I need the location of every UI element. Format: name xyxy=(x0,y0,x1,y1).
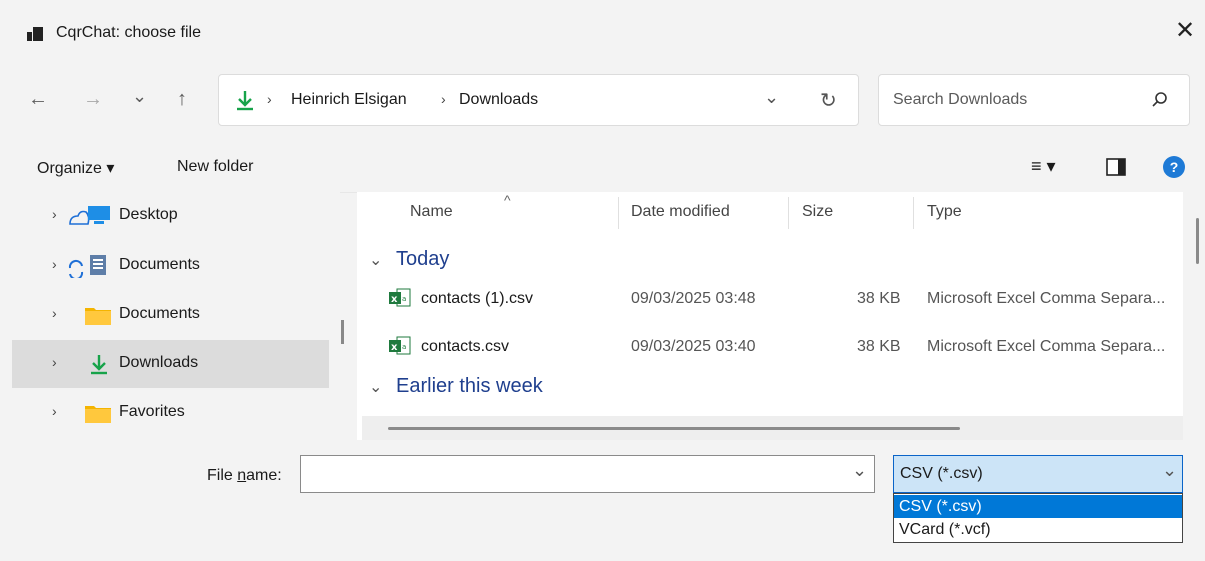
tree-label: Documents xyxy=(119,305,200,322)
close-icon[interactable]: ✕ xyxy=(1170,16,1200,46)
window-title: CqrChat: choose file xyxy=(56,24,201,41)
tree-label: Downloads xyxy=(119,354,199,371)
chevron-right-icon[interactable]: › xyxy=(52,256,57,272)
chevron-right-icon[interactable]: › xyxy=(52,206,57,222)
breadcrumb-separator: › xyxy=(267,91,272,107)
chevron-down-icon[interactable]: ⌄ xyxy=(369,377,382,397)
horizontal-scroll-thumb[interactable] xyxy=(388,427,960,430)
view-menu-icon[interactable]: ≡ ▾ xyxy=(1031,156,1056,177)
excel-csv-icon: x a xyxy=(389,336,411,355)
navigation-pane: › Desktop › Documents › Documents › Down… xyxy=(0,192,340,440)
column-header-size[interactable]: Size xyxy=(802,203,833,221)
column-divider[interactable] xyxy=(788,197,789,229)
title-bar: CqrChat: choose file ✕ xyxy=(0,0,1205,68)
column-header-date[interactable]: Date modified xyxy=(631,203,730,221)
tree-label: Desktop xyxy=(119,206,178,223)
column-divider[interactable] xyxy=(913,197,914,229)
organize-menu[interactable]: Organize ▾ xyxy=(37,158,114,178)
file-list: ^ Name Date modified Size Type ⌄ Today x… xyxy=(357,192,1183,440)
command-bar: Organize ▾ New folder ≡ ▾ ? xyxy=(0,142,1205,193)
excel-csv-icon: x a xyxy=(389,288,411,307)
tree-item-favorites[interactable]: › Favorites xyxy=(12,389,329,437)
file-type-dropdown-list: CSV (*.csv) VCard (*.vcf) xyxy=(893,493,1183,543)
chevron-down-icon[interactable]: ⌄ xyxy=(369,250,382,270)
breadcrumb-separator: › xyxy=(441,91,446,107)
vertical-scrollbar[interactable] xyxy=(1183,192,1205,440)
refresh-icon[interactable]: ↻ xyxy=(820,88,837,113)
file-name: contacts.csv xyxy=(421,338,510,355)
column-header-type[interactable]: Type xyxy=(927,203,962,221)
tree-item-desktop[interactable]: › Desktop xyxy=(12,192,329,240)
chevron-right-icon[interactable]: › xyxy=(52,403,57,419)
file-type: Microsoft Excel Comma Separa... xyxy=(927,290,1166,307)
folder-icon xyxy=(85,308,111,325)
horizontal-scrollbar[interactable] xyxy=(362,416,1183,440)
tree-item-documents-synced[interactable]: › Documents xyxy=(12,242,329,290)
download-icon xyxy=(91,355,107,375)
help-icon[interactable]: ? xyxy=(1163,156,1185,178)
search-placeholder: Search Downloads xyxy=(893,91,1028,108)
tree-item-downloads[interactable]: › Downloads xyxy=(12,340,329,388)
new-folder-button[interactable]: New folder xyxy=(177,158,253,176)
chevron-down-icon[interactable]: ⌄ xyxy=(852,460,867,481)
file-type-option-vcf[interactable]: VCard (*.vcf) xyxy=(894,518,1182,541)
file-type: Microsoft Excel Comma Separa... xyxy=(927,338,1166,355)
svg-text:a: a xyxy=(402,343,406,351)
address-bar[interactable]: › Heinrich Elsigan › Downloads ⌄ xyxy=(218,74,859,126)
up-icon[interactable]: ↑ xyxy=(177,88,187,111)
file-size: 38 KB xyxy=(857,290,901,307)
sync-documents-icon xyxy=(68,255,106,278)
tree-label: Documents xyxy=(119,256,200,273)
file-row[interactable]: x a contacts (1).csv 09/03/2025 03:48 38… xyxy=(357,284,1183,316)
search-input[interactable]: Search Downloads xyxy=(878,74,1190,126)
onedrive-desktop-icon xyxy=(69,206,110,225)
file-name: contacts (1).csv xyxy=(421,290,534,307)
group-today[interactable]: Today xyxy=(396,248,449,271)
vertical-scroll-thumb[interactable] xyxy=(1196,218,1199,264)
tree-label: Favorites xyxy=(119,403,185,420)
group-earlier-this-week[interactable]: Earlier this week xyxy=(396,375,543,398)
file-type-select[interactable]: CSV (*.csv) ⌄ xyxy=(893,455,1183,493)
file-row[interactable]: x a contacts.csv 09/03/2025 03:40 38 KB … xyxy=(357,332,1183,364)
app-icon xyxy=(27,27,43,41)
breadcrumb-downloads[interactable]: Downloads xyxy=(459,91,538,109)
folder-icon xyxy=(85,406,111,423)
file-date: 09/03/2025 03:40 xyxy=(631,338,756,355)
file-type-selected: CSV (*.csv) xyxy=(900,465,983,482)
breadcrumb-user[interactable]: Heinrich Elsigan xyxy=(291,91,407,109)
chevron-right-icon[interactable]: › xyxy=(52,354,57,370)
svg-text:a: a xyxy=(402,295,406,303)
column-divider[interactable] xyxy=(618,197,619,229)
file-name-label-text: File name: xyxy=(207,467,282,484)
recent-locations-icon[interactable]: ⌄ xyxy=(132,86,147,107)
chevron-down-icon[interactable]: ⌄ xyxy=(1162,460,1177,481)
search-icon[interactable] xyxy=(1151,91,1169,109)
sort-ascending-icon: ^ xyxy=(504,192,511,208)
address-dropdown-icon[interactable]: ⌄ xyxy=(764,87,779,108)
preview-pane-icon[interactable] xyxy=(1106,158,1126,176)
file-type-option-csv[interactable]: CSV (*.csv) xyxy=(894,495,1182,518)
column-header-name[interactable]: Name xyxy=(410,203,453,221)
file-size: 38 KB xyxy=(857,338,901,355)
file-date: 09/03/2025 03:48 xyxy=(631,290,756,307)
svg-text:x: x xyxy=(391,294,398,305)
pane-resizer[interactable] xyxy=(341,320,344,344)
file-name-label: File name: xyxy=(207,467,282,485)
svg-text:x: x xyxy=(391,342,398,353)
forward-icon[interactable]: → xyxy=(83,88,103,111)
back-icon[interactable]: ← xyxy=(28,88,48,111)
file-name-input[interactable]: ⌄ xyxy=(300,455,875,493)
tree-item-documents[interactable]: › Documents xyxy=(12,291,329,339)
download-icon xyxy=(237,91,253,111)
chevron-right-icon[interactable]: › xyxy=(52,305,57,321)
